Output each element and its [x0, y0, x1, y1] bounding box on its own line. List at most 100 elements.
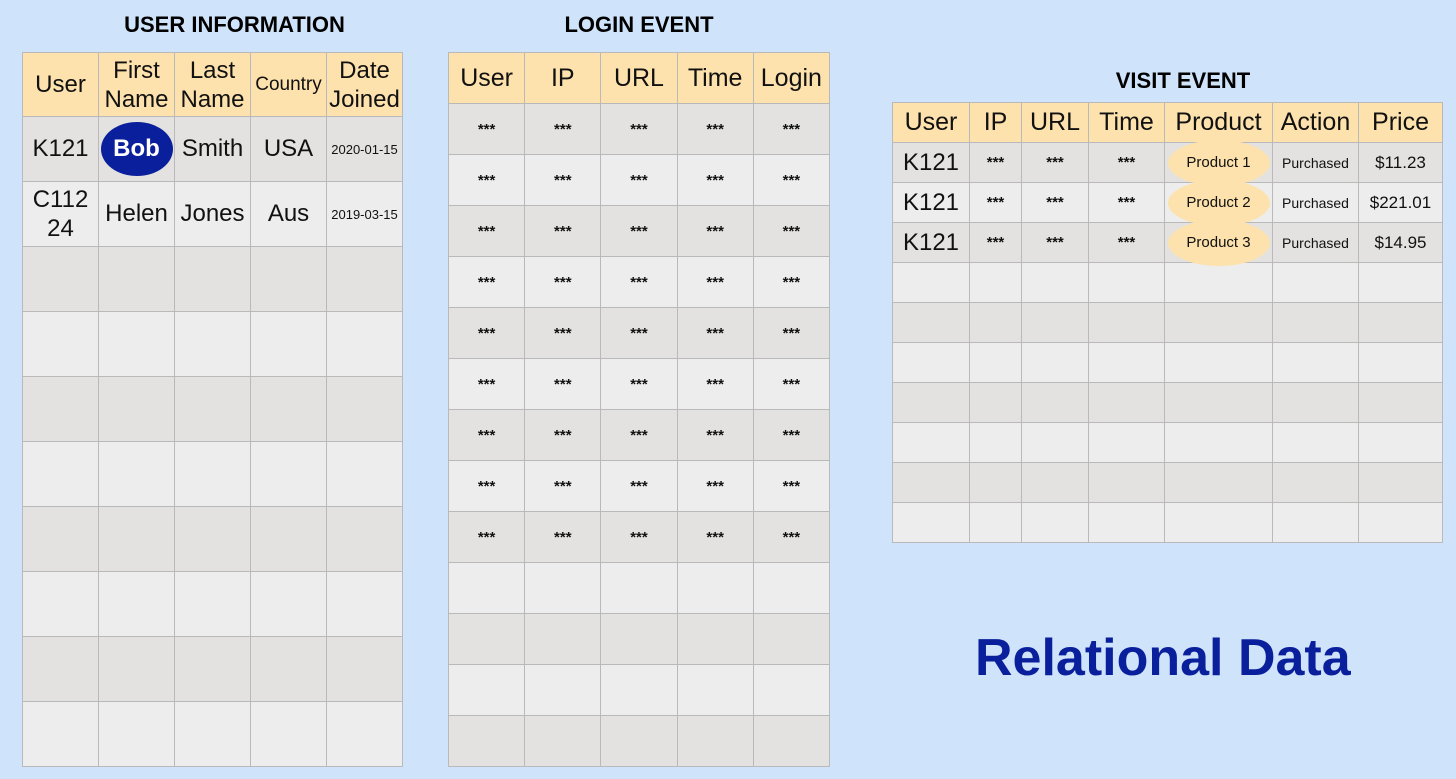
empty-cell — [892, 302, 970, 343]
empty-cell — [250, 246, 327, 312]
cell-first-name: Helen — [98, 181, 175, 247]
table-row: *** *** *** *** *** — [447, 103, 831, 155]
empty-cell — [1021, 262, 1089, 303]
masked-cell: *** — [524, 256, 602, 308]
masked-cell: *** — [600, 256, 678, 308]
empty-cell — [326, 636, 403, 702]
table-row: K121 *** *** *** Product 2 Purchased $221.01 — [892, 179, 1443, 226]
empty-row — [892, 502, 1443, 543]
empty-cell — [676, 613, 754, 665]
user-information-title: USER INFORMATION — [124, 12, 345, 37]
masked-cell: *** — [969, 222, 1022, 263]
masked-cell: *** — [524, 103, 602, 155]
empty-cell — [326, 506, 403, 572]
masked-cell: *** — [676, 154, 754, 206]
cell-user: K121 — [892, 182, 970, 223]
empty-row — [22, 311, 403, 377]
empty-cell — [1164, 262, 1273, 303]
cell-date-joined: 2020-01-15 — [326, 116, 403, 182]
column-header: User — [447, 52, 526, 104]
cell-action: Purchased — [1272, 222, 1359, 263]
empty-cell — [676, 664, 754, 716]
masked-cell: *** — [676, 307, 754, 359]
empty-cell — [22, 311, 99, 377]
masked-cell: *** — [752, 511, 831, 563]
empty-cell — [174, 636, 251, 702]
masked-cell: *** — [1088, 142, 1165, 183]
cell-country: USA — [250, 116, 327, 182]
empty-row — [892, 302, 1443, 343]
empty-cell — [98, 636, 175, 702]
empty-cell — [22, 571, 99, 637]
masked-cell: *** — [524, 358, 602, 410]
masked-cell: *** — [969, 182, 1022, 223]
empty-cell — [600, 562, 678, 614]
masked-cell: *** — [676, 511, 754, 563]
empty-cell — [326, 701, 403, 767]
empty-row — [22, 506, 403, 572]
empty-cell — [524, 664, 602, 716]
empty-cell — [250, 376, 327, 442]
empty-cell — [174, 376, 251, 442]
table-row: K121 *** *** *** Product 1 Purchased $11.23 — [892, 139, 1443, 186]
cell-user: K121 — [22, 116, 99, 182]
empty-cell — [98, 441, 175, 507]
empty-cell — [174, 246, 251, 312]
column-header: IP — [524, 52, 602, 104]
empty-cell — [447, 664, 526, 716]
masked-cell: *** — [752, 307, 831, 359]
empty-cell — [969, 382, 1022, 423]
table-row: *** *** *** *** *** — [447, 205, 831, 257]
column-header: Date Joined — [326, 52, 403, 117]
masked-cell: *** — [447, 103, 526, 155]
login-event-table: User IP URL Time Login *** *** *** *** *** *** ***… — [447, 52, 831, 767]
empty-row — [892, 342, 1443, 383]
empty-cell — [447, 715, 526, 767]
empty-cell — [892, 462, 970, 503]
empty-cell — [1021, 342, 1089, 383]
empty-row — [22, 376, 403, 442]
cell-price: $221.01 — [1358, 182, 1443, 223]
empty-cell — [22, 376, 99, 442]
cell-action: Purchased — [1272, 142, 1359, 183]
empty-cell — [1272, 422, 1359, 463]
empty-cell — [250, 311, 327, 377]
masked-cell: *** — [447, 511, 526, 563]
empty-cell — [1164, 382, 1273, 423]
column-header: Product — [1164, 102, 1273, 143]
masked-cell: *** — [1088, 182, 1165, 223]
empty-cell — [1358, 462, 1443, 503]
table-row: *** *** *** *** *** — [447, 307, 831, 359]
empty-cell — [1272, 302, 1359, 343]
empty-cell — [174, 441, 251, 507]
empty-cell — [1358, 382, 1443, 423]
empty-cell — [1021, 382, 1089, 423]
cell-country: Aus — [250, 181, 327, 247]
table-row: K121 *** *** *** Product 3 Purchased $14.95 — [892, 219, 1443, 266]
empty-cell — [1358, 422, 1443, 463]
empty-cell — [752, 613, 831, 665]
empty-cell — [1358, 342, 1443, 383]
masked-cell: *** — [600, 307, 678, 359]
empty-cell — [98, 311, 175, 377]
empty-cell — [326, 571, 403, 637]
table-header-row: User IP URL Time Login — [447, 52, 831, 104]
column-header: Login — [752, 52, 831, 104]
empty-row — [892, 382, 1443, 423]
empty-cell — [1088, 502, 1165, 543]
table-row: *** *** *** *** *** — [447, 358, 831, 410]
empty-cell — [969, 302, 1022, 343]
empty-cell — [98, 376, 175, 442]
empty-row — [892, 422, 1443, 463]
empty-cell — [326, 311, 403, 377]
empty-cell — [326, 246, 403, 312]
masked-cell: *** — [676, 205, 754, 257]
column-header: IP — [969, 102, 1022, 143]
masked-cell: *** — [447, 307, 526, 359]
empty-cell — [1272, 262, 1359, 303]
masked-cell: *** — [447, 205, 526, 257]
empty-cell — [250, 441, 327, 507]
masked-cell: *** — [447, 409, 526, 461]
column-header: URL — [600, 52, 678, 104]
column-header: Time — [1088, 102, 1165, 143]
